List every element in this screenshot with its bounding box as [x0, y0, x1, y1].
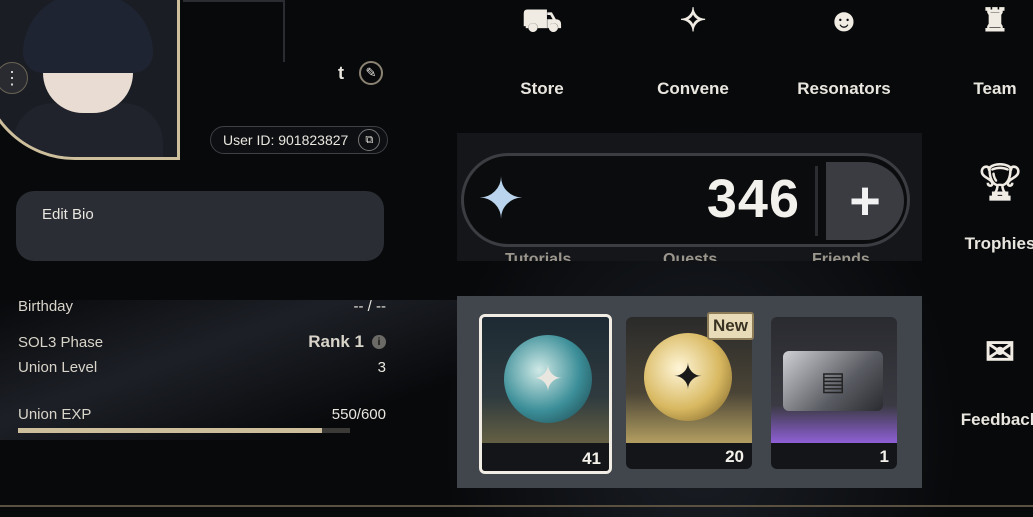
team-icon: ♜ [980, 2, 1010, 38]
stat-birthday: Birthday -- / -- [18, 298, 386, 315]
stat-union-exp: Union EXP 550/600 [18, 406, 386, 423]
radiant-tide-icon: ✦ [644, 333, 732, 421]
store-icon: ⛟ [521, 2, 563, 38]
item-art: ✦ [482, 317, 609, 449]
supply-crate-icon: ▤ [783, 351, 883, 411]
convene-icon: ✧ [679, 2, 707, 38]
side-feedback[interactable]: ✉ Feedback [950, 330, 1033, 430]
item-count-bar: 41 [482, 443, 609, 471]
decorative-frame [183, 0, 285, 62]
nav-resonators-label: Resonators [797, 79, 891, 98]
currency-amount: 346 [706, 169, 800, 229]
union-exp-bar [18, 428, 350, 433]
stat-label: Union Level [18, 359, 98, 376]
nav-resonators[interactable]: ☻ Resonators [784, 0, 904, 98]
player-name: t [338, 63, 344, 83]
nav-convene-label: Convene [657, 79, 729, 98]
stat-label: Union EXP [18, 406, 92, 423]
add-currency-button[interactable]: + [826, 162, 904, 240]
stat-value: 3 [377, 359, 386, 376]
bottom-divider [0, 505, 1033, 507]
nav-team-label: Team [973, 79, 1017, 98]
nav-quests-label[interactable]: Quests [663, 251, 717, 261]
nav-convene[interactable]: ✧ Convene [633, 0, 753, 98]
resonators-icon: ☻ [827, 2, 861, 38]
stat-value-wrap: Rank 1 i [308, 332, 386, 352]
stat-sol3-phase: SOL3 Phase Rank 1 i [18, 332, 386, 352]
item-count-bar: 1 [771, 443, 897, 469]
edit-name-icon[interactable]: ✎ [359, 61, 383, 85]
lustrous-tide-icon: ✦ [504, 335, 592, 423]
nav-tutorials-label[interactable]: Tutorials [505, 251, 571, 261]
item-slot[interactable]: ▤ 1 [771, 317, 897, 469]
new-badge: New [707, 312, 754, 340]
currency-divider [815, 166, 818, 236]
item-count: 1 [879, 447, 889, 466]
stat-label: SOL3 Phase [18, 333, 104, 351]
side-trophies-label: Trophies [964, 234, 1033, 253]
edit-bio-label: Edit Bio [42, 206, 94, 223]
copy-icon[interactable]: ⧉ [358, 129, 381, 151]
nav-store-label: Store [520, 79, 564, 98]
feedback-icon: ✉ [984, 331, 1016, 372]
union-exp-fill [18, 428, 323, 433]
astrite-icon: ✦ [477, 167, 525, 230]
stat-union-level: Union Level 3 [18, 359, 386, 376]
item-count: 20 [725, 447, 744, 466]
trophy-icon: 🏆︎ [977, 161, 1023, 202]
item-count: 41 [582, 449, 601, 468]
edit-bio-button[interactable]: Edit Bio [16, 191, 384, 261]
user-id-text: User ID: 901823827 [223, 132, 349, 148]
info-icon[interactable]: i [372, 335, 386, 349]
nav-team[interactable]: ♜ Team [935, 0, 1033, 98]
item-art: ▤ [771, 317, 897, 443]
item-slot[interactable]: ✦ 41 [479, 314, 612, 474]
stat-label: Birthday [18, 298, 74, 315]
item-count-bar: 20 [626, 443, 752, 469]
user-id-badge: User ID: 901823827 ⧉ [210, 126, 388, 154]
stat-value: Rank 1 [308, 332, 364, 351]
stat-value: -- / -- [353, 298, 386, 315]
avatar-hair [23, 0, 153, 73]
nav-store[interactable]: ⛟ Store [482, 0, 602, 98]
side-trophies[interactable]: 🏆︎ Trophies [950, 160, 1033, 254]
stat-value: 550/600 [331, 406, 386, 423]
side-feedback-label: Feedback [960, 410, 1033, 429]
nav-friends-label[interactable]: Friends [812, 251, 870, 261]
